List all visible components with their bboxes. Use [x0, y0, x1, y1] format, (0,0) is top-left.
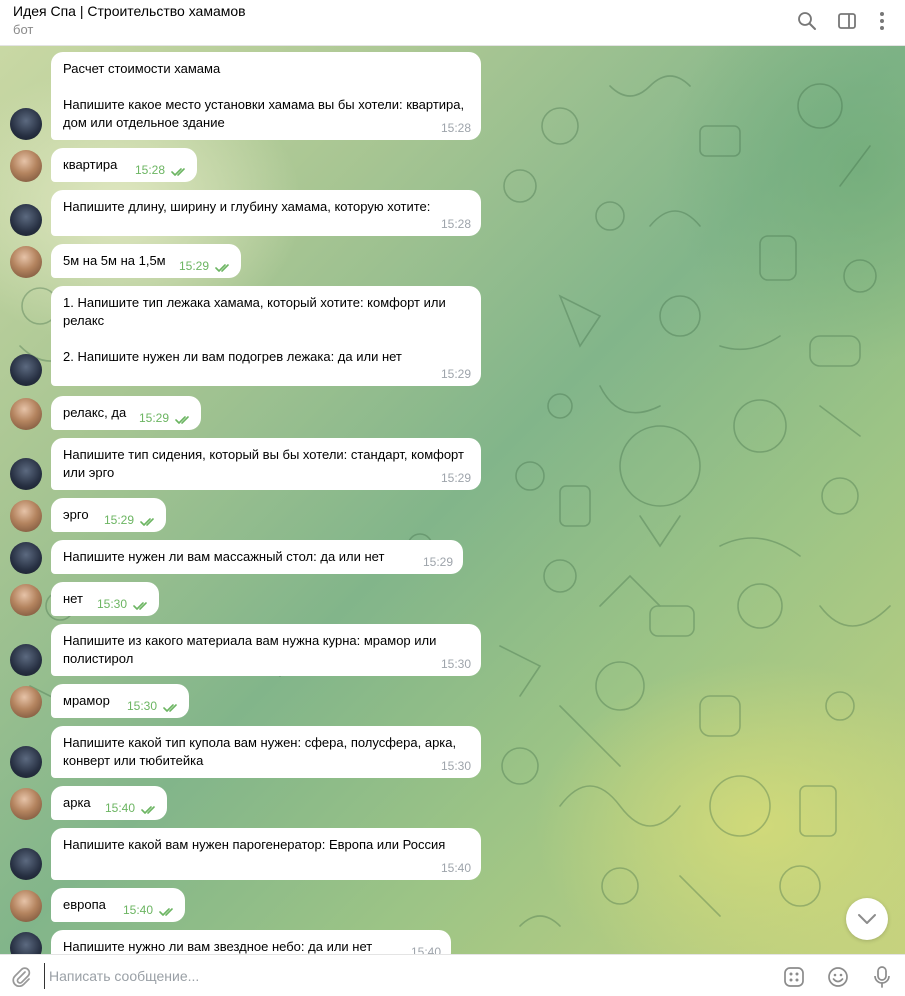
message-input[interactable]	[44, 963, 744, 989]
message-text: 1. Напишите тип лежака хамама, который х…	[63, 295, 446, 364]
search-icon[interactable]	[795, 9, 819, 33]
user-avatar[interactable]	[10, 500, 42, 532]
bot-commands-icon[interactable]	[782, 965, 806, 989]
message-time: 15:29	[440, 471, 471, 485]
message-bubble[interactable]: 5м на 5м на 1,5м 15:29	[51, 244, 241, 278]
read-checkmarks-icon	[140, 518, 154, 526]
more-vertical-icon[interactable]	[870, 9, 894, 33]
read-checkmarks-icon	[159, 908, 173, 916]
message-bubble[interactable]: Напишите какой вам нужен парогенератор: …	[51, 828, 481, 880]
message-time: 15:30	[440, 759, 471, 773]
message-time: 15:40	[410, 945, 441, 954]
message-bubble[interactable]: нет 15:30	[51, 582, 159, 616]
message-time: 15:40	[440, 861, 471, 875]
message-text: мрамор	[63, 693, 110, 708]
message-time: 15:29	[138, 411, 169, 425]
message-composer	[0, 954, 905, 996]
chat-history[interactable]: Расчет стоимости хамама Напишите какое м…	[0, 46, 905, 954]
message-time: 15:29	[422, 555, 453, 569]
message-text: Напишите нужен ли вам массажный стол: да…	[63, 549, 385, 564]
read-checkmarks-icon	[141, 806, 155, 814]
scroll-to-bottom-button[interactable]	[846, 898, 888, 940]
message-bubble[interactable]: мрамор 15:30	[51, 684, 189, 718]
sidebar-toggle-icon[interactable]	[835, 9, 859, 33]
message-bubble[interactable]: Напишите какой тип купола вам нужен: сфе…	[51, 726, 481, 778]
user-avatar[interactable]	[10, 246, 42, 278]
emoji-icon[interactable]	[826, 965, 850, 989]
bot-avatar[interactable]	[10, 458, 42, 490]
message-text: Напишите из какого материала вам нужна к…	[63, 633, 437, 666]
message-text: Напишите тип сидения, который вы бы хоте…	[63, 447, 464, 480]
message-text: Расчет стоимости хамама Напишите какое м…	[63, 61, 465, 130]
paperclip-icon[interactable]	[10, 965, 32, 988]
message-text: Напишите длину, ширину и глубину хамама,…	[63, 199, 431, 214]
bot-avatar[interactable]	[10, 204, 42, 236]
read-checkmarks-icon	[171, 168, 185, 176]
message-time: 15:29	[103, 513, 134, 527]
message-bubble[interactable]: Напишите нужно ли вам звездное небо: да …	[51, 930, 451, 954]
chat-subtitle: бот	[13, 22, 34, 37]
message-time: 15:28	[134, 163, 165, 177]
read-checkmarks-icon	[133, 602, 147, 610]
user-avatar[interactable]	[10, 150, 42, 182]
message-bubble[interactable]: релакс, да 15:29	[51, 396, 201, 430]
microphone-icon[interactable]	[870, 965, 894, 989]
user-avatar[interactable]	[10, 584, 42, 616]
chat-header: Идея Спа | Строительство хамамов бот	[0, 0, 905, 46]
read-checkmarks-icon	[215, 264, 229, 272]
user-avatar[interactable]	[10, 788, 42, 820]
message-text: Напишите нужно ли вам звездное небо: да …	[63, 939, 373, 954]
message-text: Напишите какой вам нужен парогенератор: …	[63, 837, 446, 852]
message-bubble[interactable]: арка 15:40	[51, 786, 167, 820]
message-time: 15:30	[126, 699, 157, 713]
user-avatar[interactable]	[10, 686, 42, 718]
message-bubble[interactable]: Расчет стоимости хамама Напишите какое м…	[51, 52, 481, 140]
bot-avatar[interactable]	[10, 644, 42, 676]
message-text: Напишите какой тип купола вам нужен: сфе…	[63, 735, 457, 768]
message-time: 15:40	[122, 903, 153, 917]
bot-avatar[interactable]	[10, 746, 42, 778]
read-checkmarks-icon	[175, 416, 189, 424]
read-checkmarks-icon	[163, 704, 177, 712]
message-text: квартира	[63, 157, 118, 172]
message-text: европа	[63, 897, 106, 912]
message-time: 15:40	[104, 801, 135, 815]
message-time: 15:29	[440, 367, 471, 381]
message-bubble[interactable]: Напишите нужен ли вам массажный стол: да…	[51, 540, 463, 574]
bot-avatar[interactable]	[10, 542, 42, 574]
user-avatar[interactable]	[10, 890, 42, 922]
message-bubble[interactable]: квартира 15:28	[51, 148, 197, 182]
message-bubble[interactable]: эрго 15:29	[51, 498, 166, 532]
message-text: релакс, да	[63, 405, 127, 420]
chat-title[interactable]: Идея Спа | Строительство хамамов	[13, 3, 246, 19]
message-bubble[interactable]: Напишите тип сидения, который вы бы хоте…	[51, 438, 481, 490]
bot-avatar[interactable]	[10, 108, 42, 140]
user-avatar[interactable]	[10, 398, 42, 430]
message-bubble[interactable]: Напишите из какого материала вам нужна к…	[51, 624, 481, 676]
chevron-down-icon	[858, 914, 876, 924]
message-bubble[interactable]: европа 15:40	[51, 888, 185, 922]
message-time: 15:30	[440, 657, 471, 671]
message-time: 15:28	[440, 217, 471, 231]
message-time: 15:28	[440, 121, 471, 135]
message-bubble[interactable]: 1. Напишите тип лежака хамама, который х…	[51, 286, 481, 386]
message-time: 15:30	[96, 597, 127, 611]
bot-avatar[interactable]	[10, 848, 42, 880]
message-time: 15:29	[178, 259, 209, 273]
bot-avatar[interactable]	[10, 354, 42, 386]
message-bubble[interactable]: Напишите длину, ширину и глубину хамама,…	[51, 190, 481, 236]
